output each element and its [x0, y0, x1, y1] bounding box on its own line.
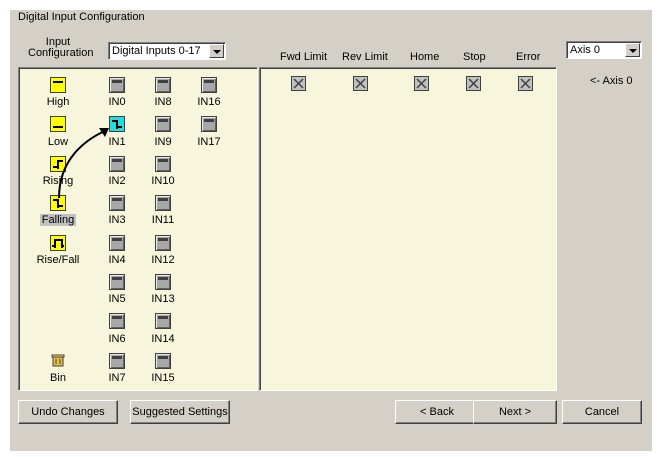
fwd-limit-slot-icon[interactable]: [291, 76, 306, 91]
axis-select[interactable]: Axis 0: [566, 41, 642, 59]
column-header-stop: Stop: [463, 51, 486, 63]
drag-arrow-icon: [58, 128, 109, 199]
high-level-icon[interactable]: [50, 77, 66, 93]
chevron-down-icon[interactable]: [209, 44, 224, 58]
input-in7-icon[interactable]: [109, 353, 125, 369]
input-palette-panel: High Low Rising Falling Rise/Fall Bin IN…: [18, 67, 258, 391]
stop-slot-icon[interactable]: [466, 76, 481, 91]
suggested-settings-button[interactable]: Suggested Settings: [130, 400, 230, 424]
column-header-rev-limit: Rev Limit: [342, 51, 388, 63]
mode-label-rise-fall: Rise/Fall: [36, 254, 80, 266]
input-in15-icon[interactable]: [155, 353, 171, 369]
home-slot-icon[interactable]: [414, 76, 429, 91]
error-slot-icon[interactable]: [518, 76, 533, 91]
bin-icon[interactable]: [50, 351, 66, 367]
input-label-in8: IN8: [154, 96, 172, 108]
input-in0-icon[interactable]: [109, 77, 125, 93]
input-label-in11: IN11: [151, 214, 175, 226]
axis-assignment-panel: [259, 67, 557, 391]
input-in14-icon[interactable]: [155, 313, 171, 329]
rev-limit-slot-icon[interactable]: [353, 76, 368, 91]
input-in10-icon[interactable]: [155, 156, 171, 172]
input-label-in4: IN4: [108, 254, 126, 266]
input-label-in15: IN15: [151, 372, 175, 384]
input-label-in17: IN17: [197, 136, 221, 148]
column-header-fwd-limit: Fwd Limit: [280, 51, 328, 63]
input-label-in7: IN7: [108, 372, 126, 384]
input-configuration-value: Digital Inputs 0-17: [112, 45, 201, 57]
back-button[interactable]: < Back: [395, 400, 479, 424]
input-in17-icon[interactable]: [201, 116, 217, 132]
mode-label-bin: Bin: [50, 372, 66, 384]
input-label-in9: IN9: [154, 136, 172, 148]
input-label-in6: IN6: [108, 333, 126, 345]
next-button[interactable]: Next >: [473, 400, 557, 424]
input-in4-icon[interactable]: [109, 235, 125, 251]
axis-row-label: <- Axis 0: [590, 75, 633, 87]
input-label-in14: IN14: [151, 333, 175, 345]
input-label-in16: IN16: [197, 96, 221, 108]
column-header-error: Error: [516, 51, 541, 63]
input-in5-icon[interactable]: [109, 274, 125, 290]
input-config-label-line2: Configuration: [28, 47, 94, 59]
mode-label-high: High: [46, 96, 70, 108]
input-in13-icon[interactable]: [155, 274, 171, 290]
input-label-in5: IN5: [108, 293, 126, 305]
column-header-home: Home: [410, 51, 440, 63]
input-in16-icon[interactable]: [201, 77, 217, 93]
rise-fall-icon[interactable]: [50, 235, 66, 251]
input-configuration-label: Input Configuration: [28, 37, 94, 59]
input-label-in0: IN0: [108, 96, 126, 108]
window-title: Digital Input Configuration: [18, 11, 145, 23]
input-label-in10: IN10: [151, 175, 175, 187]
chevron-down-icon[interactable]: [625, 43, 640, 57]
cancel-button[interactable]: Cancel: [562, 400, 642, 424]
input-in11-icon[interactable]: [155, 195, 171, 211]
input-in8-icon[interactable]: [155, 77, 171, 93]
input-configuration-select[interactable]: Digital Inputs 0-17: [108, 42, 226, 60]
input-in9-icon[interactable]: [155, 116, 171, 132]
input-in12-icon[interactable]: [155, 235, 171, 251]
dialog-window: Digital Input Configuration Input Config…: [10, 10, 652, 451]
input-label-in12: IN12: [151, 254, 175, 266]
input-label-in13: IN13: [151, 293, 175, 305]
axis-select-value: Axis 0: [570, 44, 600, 56]
undo-changes-button[interactable]: Undo Changes: [18, 400, 118, 424]
input-in6-icon[interactable]: [109, 313, 125, 329]
